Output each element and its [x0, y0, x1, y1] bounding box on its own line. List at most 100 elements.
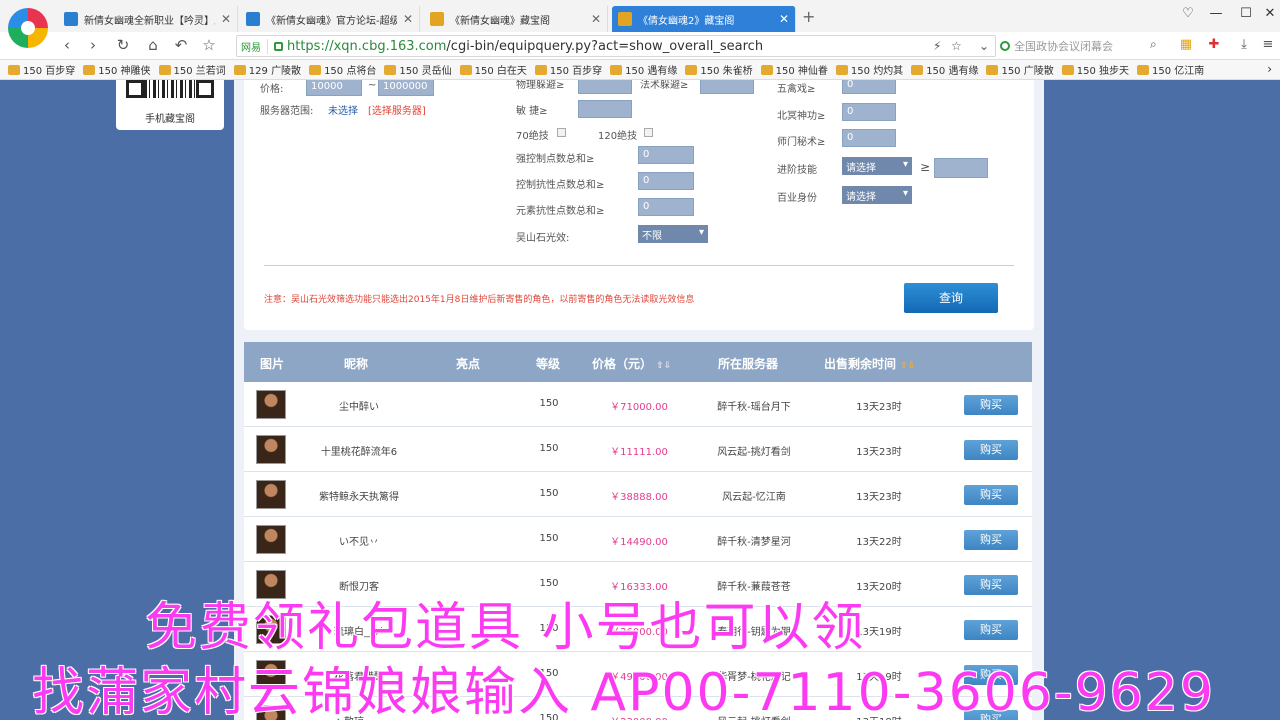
bookmark-star-icon[interactable]: ☆: [200, 36, 218, 54]
row-nickname[interactable]: 尘中醉い: [304, 398, 414, 413]
bookmark-item[interactable]: 150 亿江南: [1136, 62, 1204, 77]
wushan-notice: 注意：吴山石光效筛选功能只能选出2015年1月8日维护后新寄售的角色，以前寄售的…: [264, 295, 695, 305]
dropdown-chevron-icon[interactable]: ⌄: [979, 39, 989, 53]
advanced-skill-select[interactable]: 请选择: [842, 157, 912, 175]
home-icon[interactable]: ⌂: [144, 36, 162, 54]
buy-button[interactable]: 购买: [964, 620, 1018, 640]
magic-dodge-input[interactable]: [700, 80, 754, 94]
header-level: 等级: [536, 357, 561, 371]
bookmark-icon: [1136, 64, 1149, 75]
beiming-input[interactable]: 0: [842, 103, 896, 121]
shimen-input[interactable]: 0: [842, 129, 896, 147]
table-row[interactable]: 十里桃花醉流年6 150 ￥11111.00 风云起-挑灯看剑 13天23时 购买: [244, 427, 1032, 472]
header-price[interactable]: 价格（元） ⇧⇩: [592, 355, 671, 372]
download-icon[interactable]: ⤓: [1236, 37, 1252, 53]
new-tab-button[interactable]: +: [802, 7, 815, 26]
cbg-icon: [430, 12, 444, 26]
table-row[interactable]: 紫特鲸永天执篱得 150 ￥38888.00 风云起-忆江南 13天23时 购买: [244, 472, 1032, 517]
bookmark-label: 150 灵岳仙: [399, 66, 452, 77]
bookmark-item[interactable]: 150 神仙眷: [760, 62, 828, 77]
window-close-icon[interactable]: ✕: [1260, 6, 1280, 21]
character-avatar[interactable]: [256, 390, 286, 419]
bookmark-item[interactable]: 150 灵岳仙: [384, 62, 452, 77]
bookmark-item[interactable]: 150 白在天: [459, 62, 527, 77]
back-icon[interactable]: ‹: [58, 36, 76, 54]
bookmark-item[interactable]: 129 广陵散: [233, 62, 301, 77]
bookmark-item[interactable]: 150 朱雀桥: [685, 62, 753, 77]
element-resist-input[interactable]: 0: [638, 198, 694, 216]
bookmark-icon: [835, 64, 848, 75]
character-avatar[interactable]: [256, 435, 286, 464]
bookmark-item[interactable]: 150 点将台: [309, 62, 376, 77]
buy-button[interactable]: 购买: [964, 440, 1018, 460]
tab-title: 新倩女幽魂全新职业【吟灵】上: [84, 15, 215, 27]
row-nickname[interactable]: 十里桃花醉流年6: [304, 443, 414, 458]
advanced-skill-input[interactable]: [934, 158, 988, 178]
search-icon[interactable]: ⌕: [1150, 37, 1157, 52]
row-nickname[interactable]: 紫特鲸永天执篱得: [304, 488, 414, 503]
url-bar[interactable]: 网易 https://xqn.cbg.163.com/cgi-bin/equip…: [236, 35, 996, 57]
table-row[interactable]: い不见丷 150 ￥14490.00 醉千秋-清梦星河 13天22时 购买: [244, 517, 1032, 562]
skill70-checkbox[interactable]: [557, 128, 566, 137]
select-server-link[interactable]: [选择服务器]: [368, 102, 426, 117]
query-button[interactable]: 查询: [904, 283, 998, 313]
browser-tab-2[interactable]: 《新倩女幽魂》官方论坛-超级 ✕: [240, 6, 420, 32]
bookmark-item[interactable]: 150 独步天: [1061, 62, 1129, 77]
undo-icon[interactable]: ↶: [172, 36, 190, 54]
skin-icon[interactable]: ♡: [1178, 6, 1198, 21]
buy-button[interactable]: 购买: [964, 485, 1018, 505]
control-total-input[interactable]: 0: [638, 146, 694, 164]
buy-button[interactable]: 购买: [964, 395, 1018, 415]
sort-arrows-icon[interactable]: ⇧⇩: [900, 361, 915, 371]
browser-tab-3[interactable]: 《新倩女幽魂》藏宝阁 ✕: [424, 6, 608, 32]
skill120-checkbox[interactable]: [644, 128, 653, 137]
bookmark-icon: [986, 64, 999, 75]
row-price: ￥11111.00: [610, 447, 668, 458]
minimize-icon[interactable]: —: [1206, 6, 1226, 21]
reload-icon[interactable]: ↻: [114, 36, 132, 54]
bookmark-item[interactable]: 150 百步穿: [8, 62, 75, 77]
mobile-qr-box[interactable]: 手机藏宝阁: [116, 80, 224, 130]
bookmark-item[interactable]: 150 百步穿: [534, 62, 602, 77]
wushan-select[interactable]: 不限: [638, 225, 708, 243]
gamepad-icon[interactable]: ✚: [1206, 37, 1222, 53]
browser-tab-1[interactable]: 新倩女幽魂全新职业【吟灵】上 ✕: [58, 6, 238, 32]
character-avatar[interactable]: [256, 525, 286, 554]
buy-button[interactable]: 购买: [964, 575, 1018, 595]
favorite-star-icon[interactable]: ☆: [951, 39, 962, 53]
character-avatar[interactable]: [256, 480, 286, 509]
close-icon[interactable]: ✕: [403, 12, 413, 26]
browser-tab-4-active[interactable]: 《倩女幽魂2》藏宝阁 ✕: [612, 6, 796, 32]
forward-icon[interactable]: ›: [84, 36, 102, 54]
bookmark-item[interactable]: 150 神雕侠: [83, 62, 151, 77]
buy-button[interactable]: 购买: [964, 530, 1018, 550]
header-highlight: 亮点: [456, 357, 481, 371]
control-resist-input[interactable]: 0: [638, 172, 694, 190]
row-nickname[interactable]: い不见丷: [304, 533, 414, 548]
price-min-input[interactable]: 10000: [306, 80, 362, 96]
header-time[interactable]: 出售剩余时间 ⇧⇩: [824, 355, 915, 372]
baiye-select[interactable]: 请选择: [842, 186, 912, 204]
agility-input[interactable]: [578, 100, 632, 118]
bookmark-item[interactable]: 150 遇有缘: [610, 62, 677, 77]
bookmark-item[interactable]: 150 广陵散: [986, 62, 1054, 77]
maximize-icon[interactable]: ☐: [1236, 6, 1256, 21]
wuqinxi-input[interactable]: 0: [842, 80, 896, 94]
close-icon[interactable]: ✕: [591, 12, 601, 26]
apps-grid-icon[interactable]: ▦: [1178, 37, 1194, 53]
price-max-input[interactable]: 1000000: [378, 80, 434, 96]
bookmark-item[interactable]: 150 兰若词: [158, 62, 226, 77]
close-icon[interactable]: ✕: [779, 12, 789, 26]
close-icon[interactable]: ✕: [221, 12, 231, 26]
menu-icon[interactable]: ≡: [1260, 37, 1276, 53]
physical-dodge-input[interactable]: [578, 80, 632, 94]
sort-arrows-icon[interactable]: ⇧⇩: [656, 361, 671, 371]
lightning-icon[interactable]: ⚡: [933, 39, 941, 53]
bookmark-item[interactable]: 150 灼灼其: [835, 62, 903, 77]
bookmark-item[interactable]: 150 遇有缘: [911, 62, 978, 77]
table-row[interactable]: 尘中醉い 150 ￥71000.00 醉千秋-瑶台月下 13天23时 购买: [244, 382, 1032, 427]
url-path: /cgi-bin/equipquery.py?act=show_overall_…: [446, 38, 764, 54]
bookmarks-more-icon[interactable]: ›: [1267, 62, 1272, 76]
browser-logo[interactable]: [8, 8, 48, 48]
search-box[interactable]: 全国政协会议闭幕会 ⌕: [1000, 35, 1170, 57]
